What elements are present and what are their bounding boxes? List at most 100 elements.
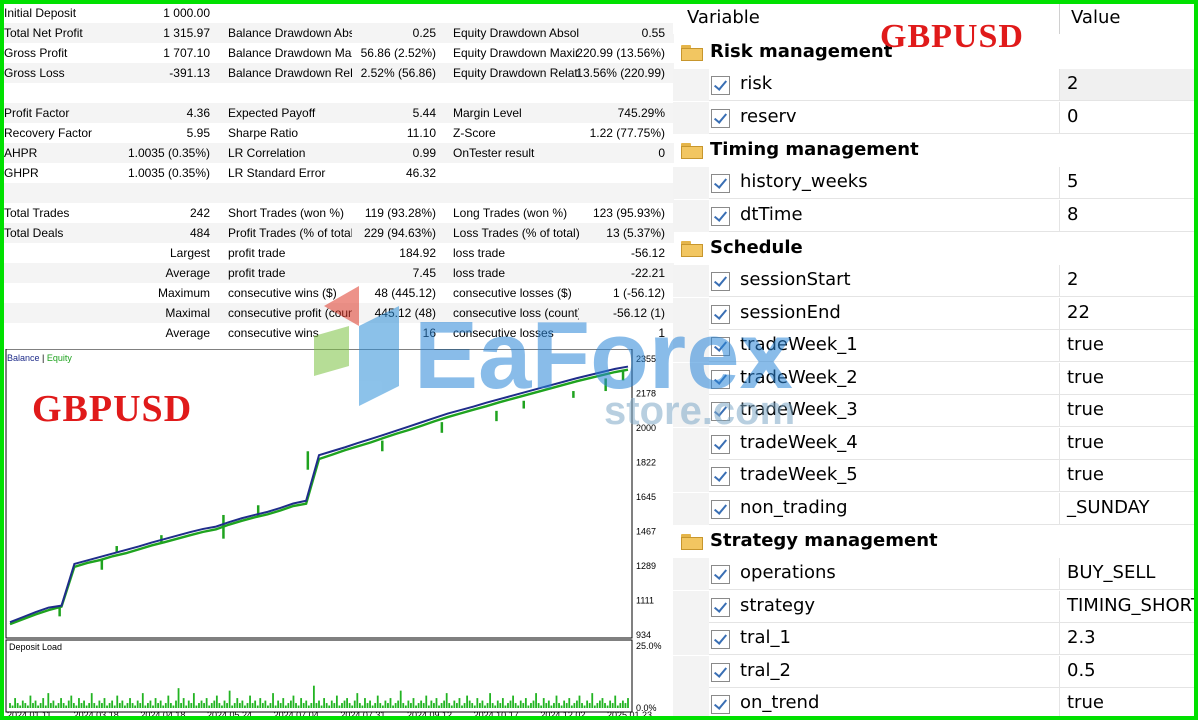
header-value[interactable]: Value — [1071, 7, 1120, 28]
param-checkbox[interactable] — [711, 369, 730, 389]
param-name: sessionEnd — [740, 301, 841, 323]
param-value-cell[interactable] — [1059, 69, 1194, 101]
stats-cell: 484 — [189, 226, 210, 240]
param-row[interactable]: risk 2 — [673, 69, 1194, 101]
param-name: non_trading — [740, 496, 848, 518]
param-row[interactable]: tradeWeek_1 true — [673, 330, 1194, 362]
param-name: tradeWeek_4 — [740, 431, 858, 453]
param-checkbox[interactable] — [711, 630, 730, 649]
param-value[interactable]: true — [1067, 432, 1104, 453]
param-value-cell[interactable] — [1059, 167, 1194, 199]
stats-row: Maximal consecutive profit (count) 445.12 … — [4, 303, 674, 323]
param-row[interactable]: tradeWeek_3 true — [673, 395, 1194, 427]
load-bar — [374, 703, 377, 708]
param-value[interactable]: true — [1067, 367, 1104, 388]
param-row[interactable]: tral_2 0.5 — [673, 655, 1194, 688]
param-value[interactable]: 2 — [1067, 269, 1078, 290]
load-bar — [24, 703, 27, 708]
param-checkbox[interactable] — [711, 597, 730, 617]
load-bar — [200, 700, 203, 708]
param-value-cell[interactable] — [1059, 101, 1194, 134]
param-checkbox[interactable] — [711, 304, 730, 324]
param-value[interactable]: true — [1067, 464, 1104, 485]
param-checkbox[interactable] — [711, 467, 730, 486]
param-value[interactable]: 2 — [1067, 73, 1078, 94]
param-row[interactable]: non_trading _SUNDAY — [673, 492, 1194, 525]
param-value[interactable]: TIMING_SHORT — [1067, 595, 1194, 616]
param-group[interactable]: Strategy management — [673, 525, 1194, 557]
stats-cell: 184.92 — [399, 246, 436, 260]
param-value[interactable]: BUY_SELL — [1067, 562, 1155, 583]
param-name: history_weeks — [740, 171, 868, 192]
load-bar — [320, 705, 323, 708]
param-row[interactable]: tradeWeek_5 true — [673, 460, 1194, 492]
param-checkbox[interactable] — [711, 108, 730, 128]
param-row[interactable]: reserv 0 — [673, 101, 1194, 134]
param-checkbox[interactable] — [711, 434, 730, 454]
param-value[interactable]: 5 — [1067, 171, 1078, 192]
param-checkbox[interactable] — [711, 272, 730, 291]
load-bar — [221, 705, 223, 708]
param-checkbox[interactable] — [711, 76, 730, 95]
load-bar — [241, 700, 244, 708]
load-bar — [95, 705, 98, 708]
param-checkbox[interactable] — [711, 337, 730, 356]
load-bar — [190, 703, 193, 708]
param-checkbox[interactable] — [711, 174, 730, 193]
load-bar — [341, 703, 343, 708]
param-value[interactable]: true — [1067, 334, 1104, 355]
param-row[interactable]: on_trend true — [673, 688, 1194, 716]
load-bar — [616, 705, 619, 708]
param-group[interactable]: Timing management — [673, 134, 1194, 166]
param-checkbox[interactable] — [711, 695, 730, 714]
param-value[interactable]: _SUNDAY — [1067, 497, 1150, 518]
param-row[interactable]: history_weeks 5 — [673, 167, 1194, 199]
param-row[interactable]: strategy TIMING_SHORT — [673, 590, 1194, 623]
load-bar — [231, 705, 234, 708]
param-value[interactable]: 0 — [1067, 106, 1078, 127]
param-row[interactable]: operations BUY_SELL — [673, 558, 1194, 590]
param-value[interactable]: 2.3 — [1067, 627, 1096, 648]
param-value[interactable]: 22 — [1067, 302, 1090, 323]
load-bar — [427, 705, 430, 708]
param-row[interactable]: sessionEnd 22 — [673, 297, 1194, 330]
y-tick-label: 1289 — [636, 561, 656, 571]
load-bar — [392, 705, 394, 708]
load-bar — [172, 705, 175, 708]
param-row[interactable]: tral_1 2.3 — [673, 623, 1194, 655]
load-bar — [254, 700, 257, 708]
load-bar — [583, 705, 586, 708]
load-bar — [443, 700, 446, 708]
param-row[interactable]: tradeWeek_2 true — [673, 362, 1194, 395]
param-group[interactable]: Schedule — [673, 232, 1194, 264]
param-value-cell[interactable] — [1059, 199, 1194, 232]
header-variable[interactable]: Variable — [687, 7, 760, 28]
stats-cell: 242 — [189, 206, 210, 220]
load-bar — [292, 695, 295, 708]
stats-cell: 1 000.00 — [163, 6, 210, 20]
load-bar — [180, 703, 182, 708]
load-bar — [310, 703, 313, 708]
param-checkbox[interactable] — [711, 206, 730, 226]
load-bar — [129, 698, 131, 708]
param-value-cell[interactable] — [1059, 265, 1194, 297]
load-bar — [261, 703, 264, 708]
load-bar — [453, 700, 456, 708]
param-row[interactable]: dtTime 8 — [673, 199, 1194, 232]
param-value[interactable]: true — [1067, 692, 1104, 713]
param-row[interactable]: tradeWeek_4 true — [673, 427, 1194, 460]
param-checkbox[interactable] — [711, 499, 730, 519]
param-checkbox[interactable] — [711, 402, 730, 421]
stats-row: Average profit trade 7.45 loss trade -22.21 — [4, 263, 674, 283]
load-bar — [323, 698, 326, 708]
param-checkbox[interactable] — [711, 662, 730, 682]
stats-row — [4, 83, 674, 103]
param-checkbox[interactable] — [711, 565, 730, 584]
param-row[interactable]: sessionStart 2 — [673, 265, 1194, 297]
param-value[interactable]: 8 — [1067, 204, 1078, 225]
load-bar — [85, 705, 88, 708]
param-value[interactable]: true — [1067, 399, 1104, 420]
load-bar — [169, 703, 172, 708]
param-value[interactable]: 0.5 — [1067, 660, 1096, 681]
load-bar — [103, 698, 106, 708]
